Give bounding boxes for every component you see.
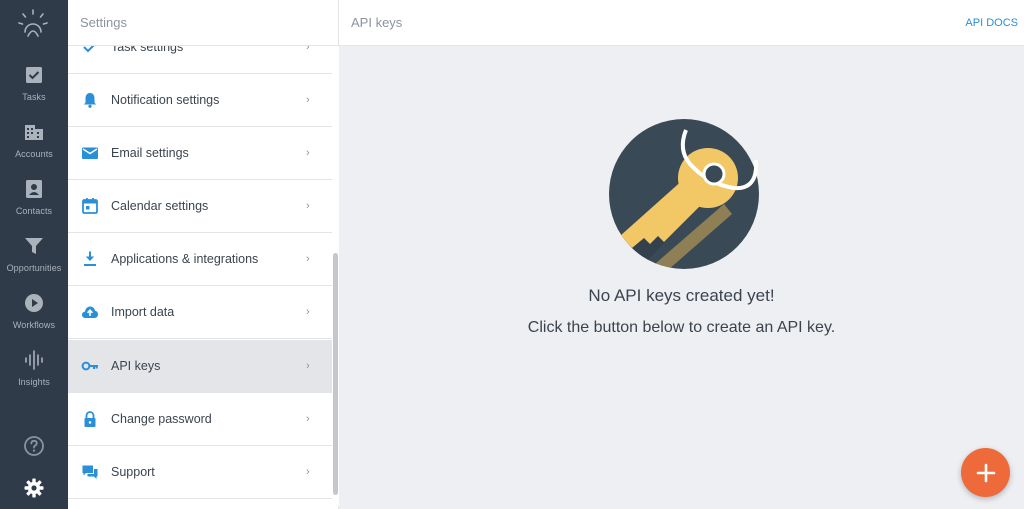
settings-item-notification[interactable]: Notification settings › xyxy=(68,74,332,127)
settings-panel: Settings Task settings › Notification se… xyxy=(68,0,339,509)
play-icon xyxy=(25,294,43,312)
chevron-right-icon: › xyxy=(306,200,310,212)
add-api-key-button[interactable] xyxy=(961,448,1010,497)
nav-insights-label: Insights xyxy=(18,377,50,387)
settings-item-label: Calendar settings xyxy=(111,199,209,213)
app-logo-icon[interactable] xyxy=(16,8,50,42)
insights-icon xyxy=(25,350,43,370)
nav-accounts[interactable]: Accounts xyxy=(0,121,68,175)
api-docs-link[interactable]: API DOCS xyxy=(965,0,1018,46)
settings-item-label: Task settings xyxy=(111,46,184,54)
settings-item-change-password[interactable]: Change password › xyxy=(68,393,332,446)
chevron-right-icon: › xyxy=(306,360,310,372)
main-topbar: API keys API DOCS xyxy=(339,0,1024,46)
gear-icon xyxy=(24,478,44,498)
calendar-icon xyxy=(80,196,100,216)
help-button[interactable] xyxy=(0,435,68,457)
settings-button[interactable] xyxy=(0,477,68,499)
nav-opportunities-label: Opportunities xyxy=(6,263,62,273)
chevron-right-icon: › xyxy=(306,306,310,318)
nav-contacts-label: Contacts xyxy=(15,206,53,216)
help-icon xyxy=(24,436,44,456)
chevron-right-icon: › xyxy=(306,147,310,159)
envelope-icon xyxy=(80,143,100,163)
cloud-upload-icon xyxy=(80,302,100,322)
chevron-right-icon: › xyxy=(306,413,310,425)
download-icon xyxy=(80,249,100,269)
chevron-right-icon: › xyxy=(306,466,310,478)
settings-item-support[interactable]: Support › xyxy=(68,446,332,499)
settings-item-label: Change password xyxy=(111,412,212,426)
key-icon xyxy=(80,356,100,376)
main-nav-rail: Tasks Accounts Contacts Opportunities Wo… xyxy=(0,0,68,509)
empty-state: No API keys created yet! Click the butto… xyxy=(339,46,1024,509)
funnel-icon xyxy=(25,238,43,254)
settings-item-applications[interactable]: Applications & integrations › xyxy=(68,233,332,286)
settings-item-calendar[interactable]: Calendar settings › xyxy=(68,180,332,233)
nav-tasks-label: Tasks xyxy=(22,92,46,102)
nav-contacts[interactable]: Contacts xyxy=(0,178,68,232)
check-icon xyxy=(80,46,100,57)
settings-item-label: Email settings xyxy=(111,146,189,160)
page-title: API keys xyxy=(351,15,403,30)
chevron-right-icon: › xyxy=(306,46,310,53)
plus-icon xyxy=(976,463,995,482)
chevron-right-icon: › xyxy=(306,94,310,106)
settings-list[interactable]: Task settings › Notification settings › … xyxy=(68,46,332,506)
nav-tasks[interactable]: Tasks xyxy=(0,64,68,118)
empty-state-subtitle: Click the button below to create an API … xyxy=(527,319,836,336)
nav-opportunities[interactable]: Opportunities xyxy=(0,235,68,289)
bell-icon xyxy=(80,90,100,110)
settings-item-task[interactable]: Task settings › xyxy=(68,46,332,74)
settings-item-import[interactable]: Import data › xyxy=(68,286,332,339)
nav-workflows[interactable]: Workflows xyxy=(0,292,68,346)
accounts-icon xyxy=(25,125,43,140)
settings-item-label: Notification settings xyxy=(111,93,220,107)
settings-title: Settings xyxy=(68,0,338,46)
settings-scrollbar-thumb[interactable] xyxy=(333,253,338,495)
lock-icon xyxy=(80,409,100,429)
chevron-right-icon: › xyxy=(306,253,310,265)
key-illustration-icon xyxy=(609,119,759,269)
chat-icon xyxy=(80,462,100,482)
empty-state-title: No API keys created yet! xyxy=(588,286,775,305)
settings-item-email[interactable]: Email settings › xyxy=(68,127,332,180)
nav-insights[interactable]: Insights xyxy=(0,349,68,403)
settings-item-label: Applications & integrations xyxy=(111,252,259,266)
nav-workflows-label: Workflows xyxy=(12,320,56,330)
settings-item-label: API keys xyxy=(111,359,161,373)
settings-item-api-keys[interactable]: API keys › xyxy=(68,340,332,393)
nav-accounts-label: Accounts xyxy=(15,149,53,159)
settings-item-label: Support xyxy=(111,465,155,479)
contacts-icon xyxy=(26,180,42,198)
tasks-icon xyxy=(26,67,42,83)
settings-item-label: Import data xyxy=(111,305,175,319)
